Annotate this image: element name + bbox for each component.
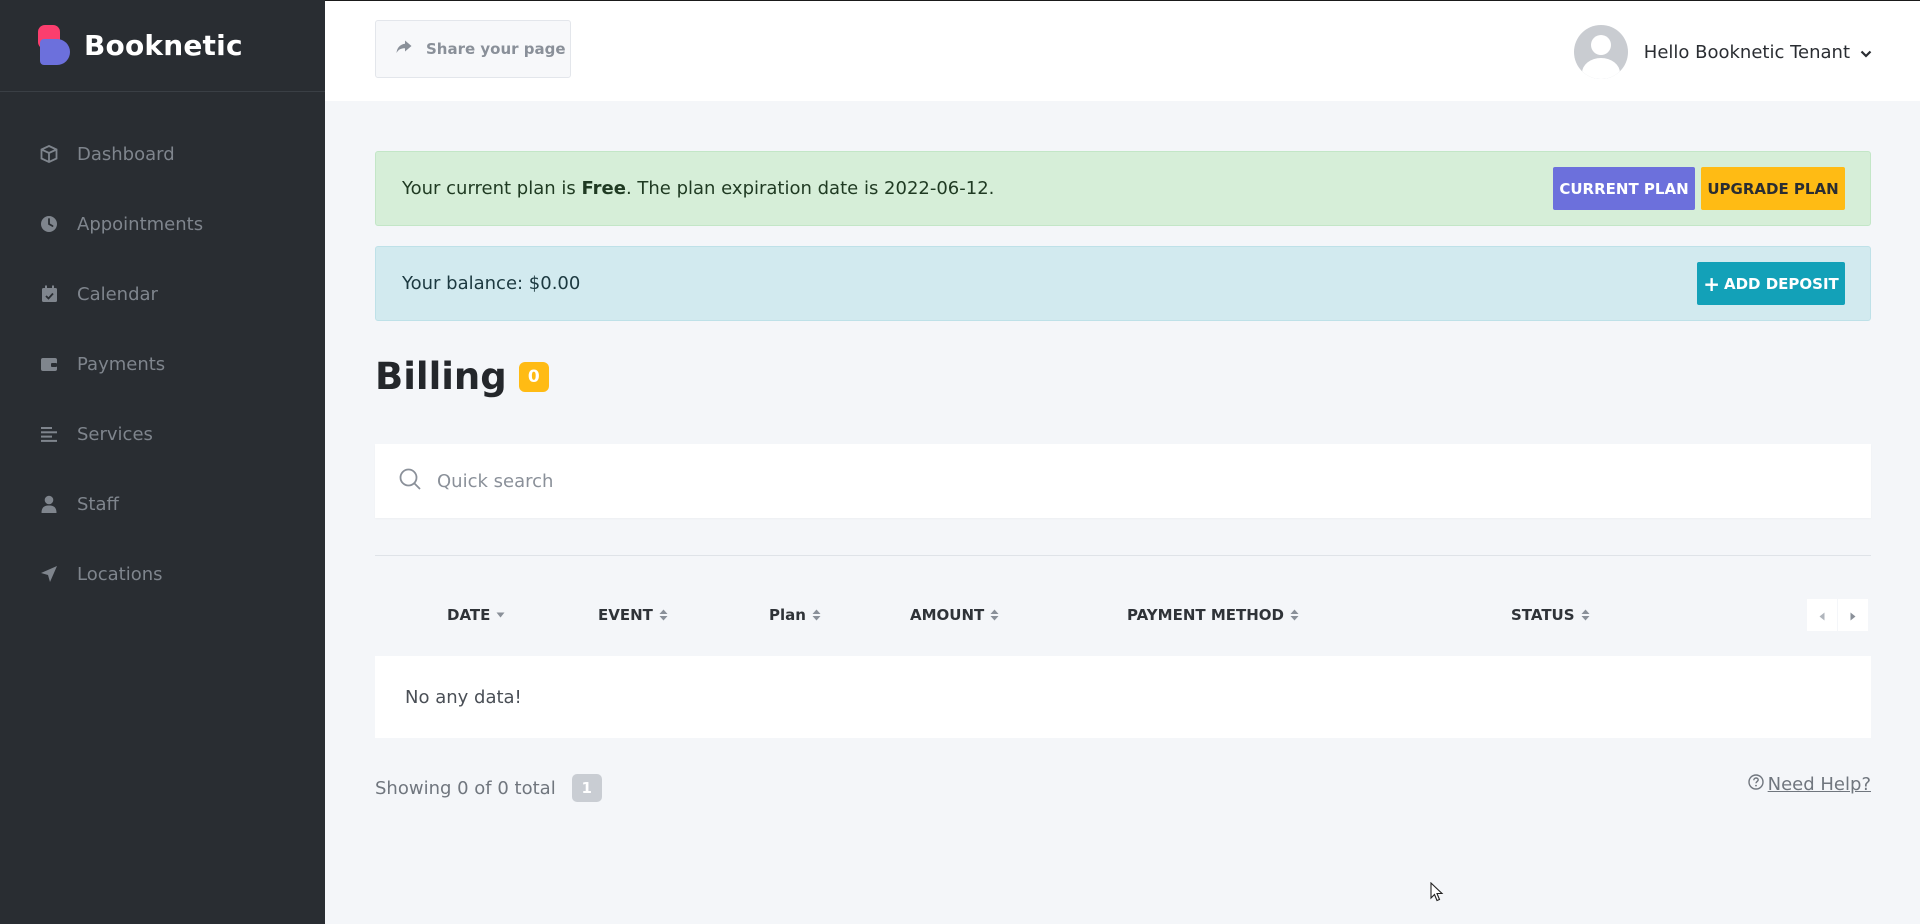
column-label: PAYMENT METHOD bbox=[1127, 606, 1284, 624]
sidebar-item-label: Staff bbox=[77, 493, 119, 515]
sidebar-item-locations[interactable]: Locations bbox=[0, 539, 325, 609]
empty-text: No any data! bbox=[405, 686, 522, 708]
plan-alert: Your current plan is Free. The plan expi… bbox=[375, 151, 1871, 226]
plan-text: Your current plan is Free. The plan expi… bbox=[402, 178, 995, 199]
showing-text: Showing 0 of 0 total bbox=[375, 777, 556, 799]
chevron-right-icon bbox=[1850, 606, 1856, 625]
sidebar-item-staff[interactable]: Staff bbox=[0, 469, 325, 539]
sidebar-item-dashboard[interactable]: Dashboard bbox=[0, 119, 325, 189]
sidebar-item-payments[interactable]: Payments bbox=[0, 329, 325, 399]
plus-icon: + bbox=[1703, 271, 1720, 296]
current-plan-button[interactable]: CURRENT PLAN bbox=[1553, 167, 1695, 210]
location-arrow-icon bbox=[39, 564, 59, 584]
page-title: Billing bbox=[375, 355, 507, 398]
column-label: AMOUNT bbox=[910, 606, 985, 624]
divider bbox=[375, 555, 1871, 556]
sort-desc-icon bbox=[496, 612, 505, 618]
scroll-left-button[interactable] bbox=[1807, 599, 1837, 631]
add-deposit-label: ADD DEPOSIT bbox=[1723, 274, 1839, 293]
sidebar-item-label: Dashboard bbox=[77, 143, 175, 165]
page-number-button[interactable]: 1 bbox=[571, 774, 602, 802]
wallet-icon bbox=[39, 354, 59, 374]
share-page-button[interactable]: Share your page bbox=[375, 20, 571, 78]
booknetic-logo-icon bbox=[38, 24, 72, 67]
column-label: EVENT bbox=[598, 606, 653, 624]
balance-text: Your balance: $0.00 bbox=[402, 273, 581, 294]
sort-icon bbox=[1581, 609, 1590, 621]
mouse-cursor-icon bbox=[1430, 881, 1444, 906]
empty-table-row: No any data! bbox=[375, 656, 1871, 738]
need-help-link[interactable]: Need Help? bbox=[1747, 774, 1871, 795]
chevron-down-icon bbox=[1860, 43, 1872, 62]
sort-icon bbox=[659, 609, 668, 621]
user-menu[interactable]: Hello Booknetic Tenant bbox=[1573, 25, 1872, 79]
search-input[interactable] bbox=[437, 470, 1737, 492]
sidebar-item-services[interactable]: Services bbox=[0, 399, 325, 469]
column-label: DATE bbox=[447, 606, 491, 624]
sidebar-item-calendar[interactable]: Calendar bbox=[0, 259, 325, 329]
scroll-right-button[interactable] bbox=[1838, 599, 1868, 631]
box-icon bbox=[39, 144, 59, 164]
clock-icon bbox=[39, 214, 59, 234]
sort-icon bbox=[990, 609, 999, 621]
plan-name: Free bbox=[581, 178, 626, 199]
search-icon bbox=[399, 468, 421, 494]
search-bar bbox=[375, 444, 1871, 518]
sidebar-item-label: Payments bbox=[77, 353, 166, 375]
sidebar-item-label: Appointments bbox=[77, 213, 204, 235]
list-icon bbox=[39, 424, 59, 444]
column-payment-method[interactable]: PAYMENT METHOD bbox=[1127, 606, 1299, 624]
calendar-check-icon bbox=[39, 284, 59, 304]
user-icon bbox=[39, 494, 59, 514]
avatar bbox=[1573, 25, 1628, 79]
sidebar-nav: Dashboard Appointments Calendar Payments… bbox=[0, 92, 325, 609]
add-deposit-button[interactable]: + ADD DEPOSIT bbox=[1697, 262, 1845, 305]
sidebar-item-label: Calendar bbox=[77, 283, 158, 305]
sidebar-item-appointments[interactable]: Appointments bbox=[0, 189, 325, 259]
column-status[interactable]: STATUS bbox=[1511, 606, 1590, 624]
column-amount[interactable]: AMOUNT bbox=[910, 606, 999, 624]
brand-name: Booknetic bbox=[84, 29, 243, 62]
question-circle-icon bbox=[1747, 774, 1764, 795]
chevron-left-icon bbox=[1819, 606, 1825, 625]
share-icon bbox=[396, 40, 412, 58]
column-label: Plan bbox=[769, 606, 806, 624]
count-badge: 0 bbox=[518, 361, 549, 392]
sidebar-item-label: Locations bbox=[77, 563, 163, 585]
sort-icon bbox=[1290, 609, 1299, 621]
balance-alert: Your balance: $0.00 + ADD DEPOSIT bbox=[375, 246, 1871, 321]
column-event[interactable]: EVENT bbox=[598, 606, 668, 624]
sidebar: Booknetic Dashboard Appointments Calenda… bbox=[0, 0, 325, 924]
pagination-info: Showing 0 of 0 total 1 bbox=[375, 774, 602, 802]
sort-icon bbox=[812, 609, 821, 621]
need-help-label: Need Help? bbox=[1767, 774, 1871, 795]
topbar: Share your page Hello Booknetic Tenant bbox=[325, 0, 1920, 101]
sidebar-item-label: Services bbox=[77, 423, 153, 445]
column-plan[interactable]: Plan bbox=[769, 606, 821, 624]
share-page-label: Share your page bbox=[426, 40, 566, 58]
page-header: Billing 0 bbox=[375, 355, 549, 398]
column-date[interactable]: DATE bbox=[447, 606, 505, 624]
brand[interactable]: Booknetic bbox=[0, 0, 325, 92]
user-greeting: Hello Booknetic Tenant bbox=[1643, 41, 1850, 63]
column-label: STATUS bbox=[1511, 606, 1575, 624]
upgrade-plan-button[interactable]: UPGRADE PLAN bbox=[1701, 167, 1845, 210]
